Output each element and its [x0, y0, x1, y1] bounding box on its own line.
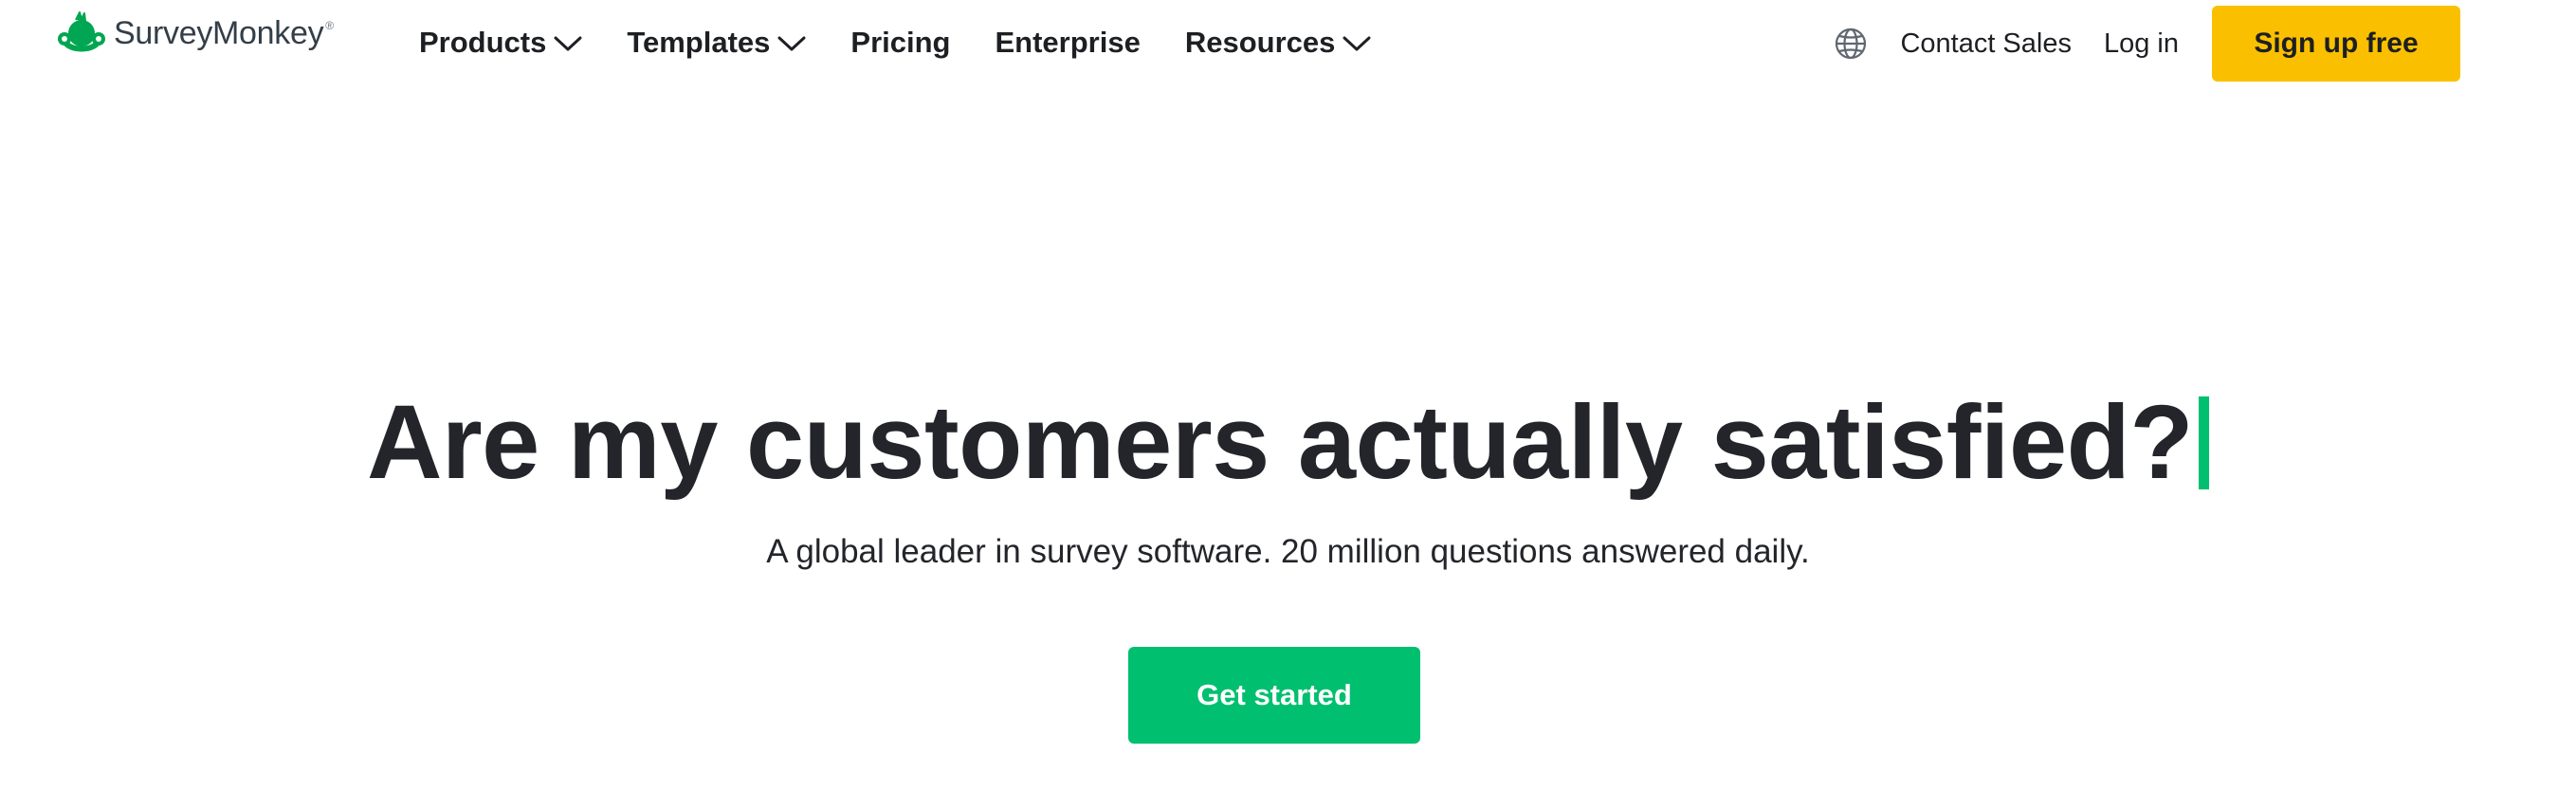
- page: SurveyMonkey ® Products Templates Pricin…: [0, 0, 2576, 810]
- nav-label: Products: [419, 26, 547, 59]
- nav-label: Resources: [1184, 26, 1336, 59]
- contact-sales-link[interactable]: Contact Sales: [1900, 28, 2072, 60]
- hero-title-text: Are my customers actually satisfied?: [366, 384, 2194, 501]
- surveymonkey-logo[interactable]: SurveyMonkey ®: [53, 9, 334, 57]
- site-header: SurveyMonkey ® Products Templates Pricin…: [0, 0, 2576, 87]
- sign-up-button[interactable]: Sign up free: [2212, 6, 2460, 82]
- monkey-logo-icon: [58, 11, 105, 52]
- header-actions: Contact Sales Log in Sign up free: [1834, 6, 2576, 82]
- main-nav: Products Templates Pricing Enterprise Re…: [419, 17, 1416, 68]
- nav-products[interactable]: Products: [419, 26, 582, 60]
- registered-mark: ®: [325, 19, 335, 32]
- typing-cursor: [2199, 396, 2210, 489]
- nav-label: Enterprise: [995, 26, 1141, 59]
- chevron-down-icon: [777, 36, 806, 51]
- nav-label: Pricing: [850, 26, 951, 59]
- nav-enterprise[interactable]: Enterprise: [996, 26, 1141, 60]
- nav-pricing[interactable]: Pricing: [850, 26, 950, 60]
- hero-subtitle: A global leader in survey software. 20 m…: [766, 533, 1810, 570]
- hero-heading: Are my customers actually satisfied?: [0, 381, 2576, 505]
- get-started-button[interactable]: Get started: [1128, 647, 1420, 744]
- globe-icon[interactable]: [1834, 27, 1868, 61]
- nav-templates[interactable]: Templates: [627, 26, 806, 60]
- nav-resources[interactable]: Resources: [1185, 26, 1372, 60]
- chevron-down-icon: [554, 36, 582, 51]
- login-link[interactable]: Log in: [2104, 28, 2179, 60]
- chevron-down-icon: [1343, 36, 1371, 51]
- nav-label: Templates: [627, 26, 771, 59]
- logo-wordmark: SurveyMonkey: [114, 14, 324, 51]
